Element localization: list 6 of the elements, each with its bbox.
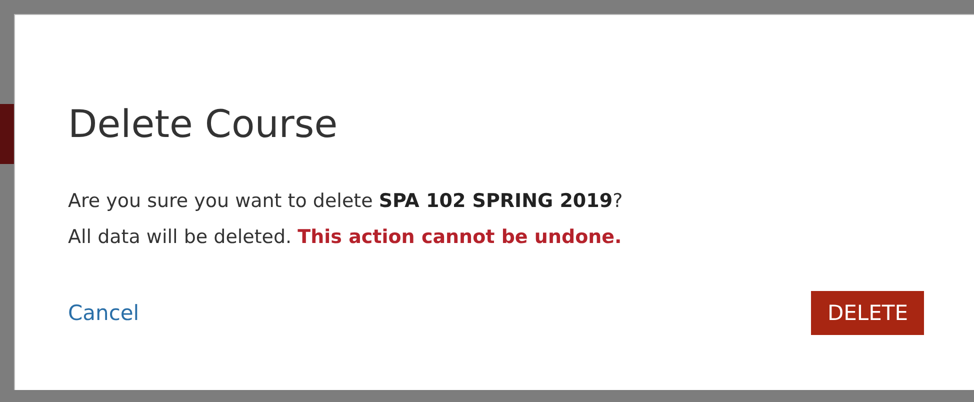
cancel-link[interactable]: Cancel xyxy=(68,301,140,325)
background-block xyxy=(0,104,14,164)
warning-text: All data will be deleted. This action cannot be undone. xyxy=(68,225,623,250)
delete-button[interactable]: DELETE xyxy=(811,291,924,335)
dialog-title: Delete Course xyxy=(68,101,339,147)
confirmation-text: Are you sure you want to delete SPA 102 SPRING 2019? xyxy=(68,189,624,214)
